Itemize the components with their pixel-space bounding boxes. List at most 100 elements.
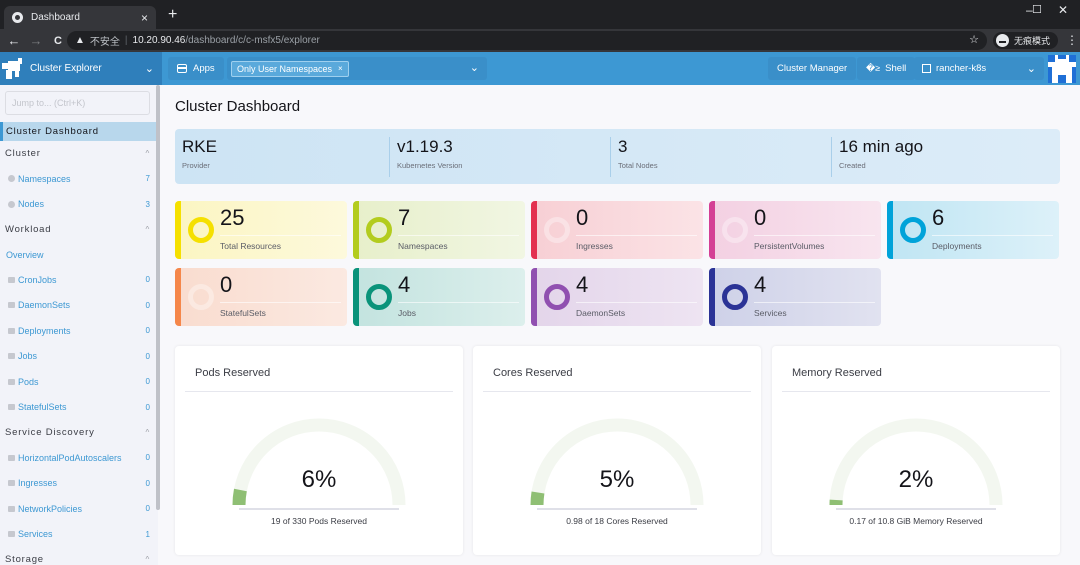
main-content: Cluster Dashboard RKE Provider v1.19.3 K… <box>162 85 1080 565</box>
sidebar-item-networkpolicies[interactable]: NetworkPolicies 0 <box>0 496 158 522</box>
gauge-percent: 2% <box>898 466 934 493</box>
summary-provider: RKE Provider <box>175 137 217 177</box>
summary-value: RKE <box>182 137 217 156</box>
sidebar-item-hpa[interactable]: HorizontalPodAutoscalers 0 <box>0 445 158 471</box>
resource-tile-statefulsets[interactable]: 0 StatefulSets <box>175 268 347 326</box>
item-label: DaemonSets <box>18 300 71 311</box>
item-count: 0 <box>145 300 150 310</box>
sidebar-group-storage[interactable]: Storage ^ <box>0 547 158 565</box>
tile-label: Total Resources <box>220 241 281 251</box>
back-icon[interactable]: ← <box>3 33 25 48</box>
folder-icon <box>8 353 15 360</box>
tab-close-icon[interactable]: × <box>141 11 148 25</box>
tile-divider <box>220 302 341 303</box>
folder-icon <box>8 327 15 334</box>
tile-accent-bar <box>887 201 893 259</box>
sidebar-item-cluster-dashboard[interactable]: Cluster Dashboard <box>0 122 158 141</box>
tile-divider <box>754 302 875 303</box>
ring-icon <box>900 217 926 243</box>
sidebar-item-deployments[interactable]: Deployments 0 <box>0 318 158 344</box>
tile-accent-bar <box>175 268 181 326</box>
jump-to-input[interactable]: Jump to... (Ctrl+K) <box>5 91 150 115</box>
sidebar-scrollbar[interactable] <box>156 85 160 510</box>
chip-remove-icon[interactable]: × <box>338 64 343 73</box>
cluster-select[interactable]: rancher-k8s ⌄ <box>914 57 1044 80</box>
cluster-name: rancher-k8s <box>936 63 987 74</box>
sidebar-group-cluster[interactable]: Cluster ^ <box>0 141 158 166</box>
folder-icon <box>8 276 15 283</box>
sidebar-item-daemonsets[interactable]: DaemonSets 0 <box>0 293 158 319</box>
tile-value: 0 <box>754 205 767 230</box>
sidebar-item-pods[interactable]: Pods 0 <box>0 369 158 395</box>
product-switcher[interactable]: Cluster Explorer ⌄ <box>0 52 162 85</box>
bookmark-star-icon[interactable]: ☆ <box>969 33 979 46</box>
group-label: Workload <box>5 224 52 235</box>
browser-tab[interactable]: Dashboard × <box>4 6 156 29</box>
sidebar-group-workload[interactable]: Workload ^ <box>0 217 158 242</box>
tile-value: 4 <box>398 272 411 297</box>
folder-icon <box>8 505 15 512</box>
chip-label: Only User Namespaces <box>237 63 333 74</box>
incognito-label: 无痕模式 <box>1014 36 1051 46</box>
resource-tile-persistentvolumes[interactable]: 0 PersistentVolumes <box>709 201 881 259</box>
resource-tile-jobs[interactable]: 4 Jobs <box>353 268 525 326</box>
sidebar-item-ingresses[interactable]: Ingresses 0 <box>0 471 158 497</box>
incognito-badge[interactable]: 无痕模式 <box>993 32 1059 49</box>
resource-tile-total resources[interactable]: 25 Total Resources <box>175 201 347 259</box>
new-tab-button[interactable]: + <box>168 6 177 24</box>
tile-value: 6 <box>932 205 945 230</box>
item-label: Namespaces <box>18 173 71 184</box>
chevron-down-icon[interactable]: ⌄ <box>470 61 479 74</box>
item-label: Deployments <box>18 325 71 336</box>
cluster-manager-button[interactable]: Cluster Manager <box>768 57 857 80</box>
terminal-icon: �≥ <box>866 63 881 73</box>
folder-icon <box>8 454 15 461</box>
item-label: CronJobs <box>18 274 57 285</box>
user-avatar[interactable] <box>1048 55 1076 83</box>
sidebar-item-statefulsets[interactable]: StatefulSets 0 <box>0 395 158 421</box>
chevron-up-icon: ^ <box>145 225 150 234</box>
sidebar-item-jobs[interactable]: Jobs 0 <box>0 344 158 370</box>
tile-label: Namespaces <box>398 241 448 251</box>
tile-accent-bar <box>531 201 537 259</box>
tile-label: Services <box>754 308 787 318</box>
sidebar-item-overview[interactable]: Overview <box>0 242 158 267</box>
sidebar-item-namespaces[interactable]: Namespaces 7 <box>0 166 158 192</box>
resource-tile-deployments[interactable]: 6 Deployments <box>887 201 1059 259</box>
item-label: Services <box>18 529 53 540</box>
resource-tile-services[interactable]: 4 Services <box>709 268 881 326</box>
sidebar-item-cronjobs[interactable]: CronJobs 0 <box>0 267 158 293</box>
gauge-arc <box>530 418 704 506</box>
gauge-caption: 0.17 of 10.8 GiB Memory Reserved <box>849 516 983 526</box>
gauge-baseline <box>836 508 996 510</box>
resource-tile-daemonsets[interactable]: 4 DaemonSets <box>531 268 703 326</box>
close-window-icon[interactable]: ✕ <box>1058 3 1068 17</box>
gauge-card-pods-reserved: Pods Reserved 6% 19 of 330 Pods Reserved <box>175 346 463 555</box>
resource-tile-ingresses[interactable]: 0 Ingresses <box>531 201 703 259</box>
item-count: 0 <box>145 326 150 336</box>
apps-button[interactable]: Apps <box>168 57 224 80</box>
item-label: Nodes <box>18 199 45 210</box>
forward-icon[interactable]: → <box>25 33 47 48</box>
sidebar-group-service-discovery[interactable]: Service Discovery ^ <box>0 420 158 445</box>
sidebar-item-nodes[interactable]: Nodes 3 <box>0 192 158 218</box>
url-path: /dashboard/c/c-msfx5/explorer <box>185 35 320 46</box>
summary-created: 16 min ago Created <box>831 137 923 177</box>
namespace-filter-select[interactable]: Only User Namespaces × ⌄ <box>227 57 487 80</box>
gauge-caption: 19 of 330 Pods Reserved <box>271 516 367 526</box>
folder-icon <box>8 404 15 411</box>
tile-divider <box>576 302 697 303</box>
chevron-down-icon[interactable]: ⌄ <box>145 62 154 75</box>
browser-menu-icon[interactable]: ⋮ <box>1066 33 1078 47</box>
cluster-summary-banner: RKE Provider v1.19.3 Kubernetes Version … <box>175 129 1060 184</box>
reload-icon[interactable]: C <box>47 35 69 47</box>
sidebar-item-services[interactable]: Services 1 <box>0 522 158 548</box>
resource-tile-namespaces[interactable]: 7 Namespaces <box>353 201 525 259</box>
gauge-card-cores-reserved: Cores Reserved 5% 0.98 of 18 Cores Reserve… <box>473 346 761 555</box>
gauge-percent: 5% <box>599 466 635 493</box>
shell-button[interactable]: �≥ Shell <box>857 57 916 80</box>
maximize-icon[interactable]: ☐ <box>1032 3 1042 16</box>
address-bar[interactable]: ▲ 不安全 | 10.20.90.46 /dashboard/c/c-msfx5… <box>67 31 987 50</box>
item-label: Ingresses <box>18 478 58 489</box>
item-count: 3 <box>145 199 150 209</box>
